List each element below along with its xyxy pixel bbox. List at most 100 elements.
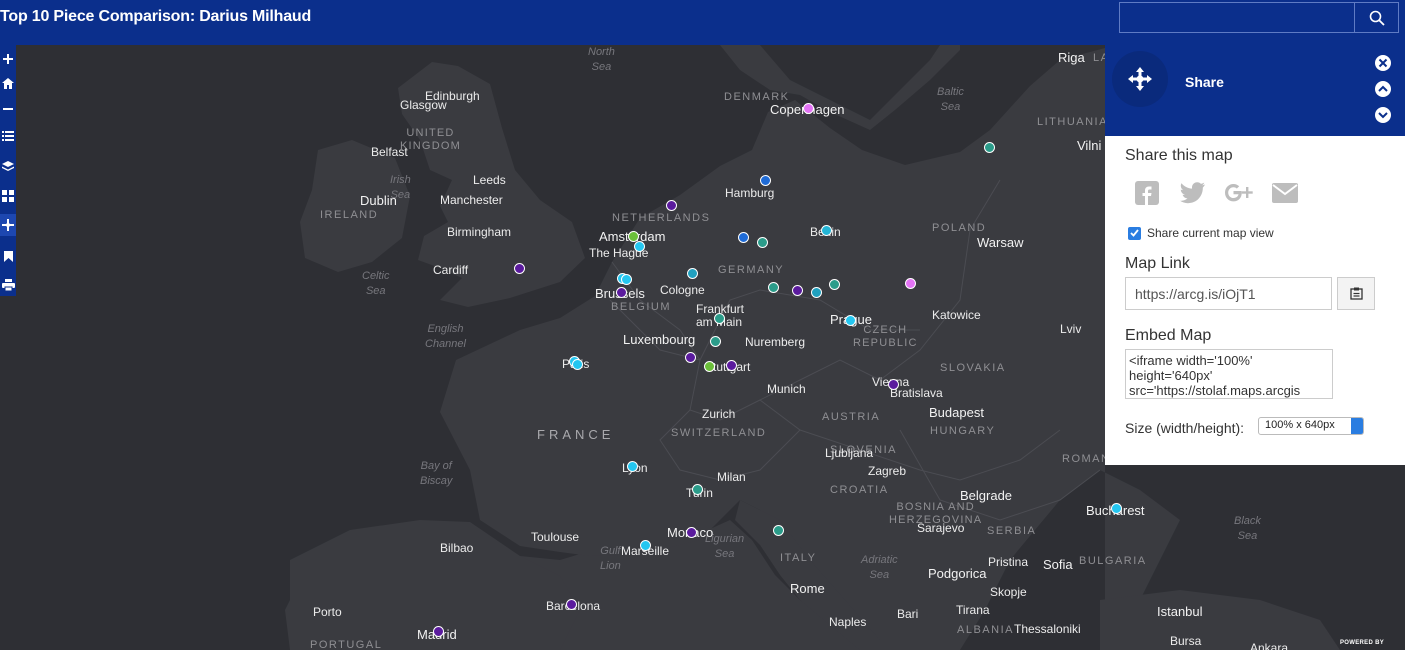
map-marker[interactable]	[726, 360, 737, 371]
map-marker[interactable]	[616, 287, 627, 298]
email-button[interactable]	[1271, 180, 1299, 206]
map-marker[interactable]	[514, 263, 525, 274]
city-label-birmingham: Birmingham	[447, 225, 512, 239]
country-label-hungary: HUNGARY	[930, 425, 996, 437]
sea-label-adriatic-sea: Adriatic Sea	[861, 554, 898, 581]
city-label-istanbul: Istanbul	[1157, 604, 1203, 619]
map-marker[interactable]	[845, 315, 856, 326]
google-plus-icon	[1225, 184, 1253, 202]
share-current-view-option[interactable]: Share current map view	[1128, 226, 1274, 240]
city-label-thessaloniki: Thessaloniki	[1014, 622, 1081, 636]
expand-button[interactable]	[1373, 105, 1393, 125]
map-marker[interactable]	[627, 461, 638, 472]
sea-label-gulf-lion: Gulf Lion	[600, 545, 621, 572]
map-marker[interactable]	[803, 103, 814, 114]
city-label-rome: Rome	[790, 581, 825, 596]
bookmarks-button[interactable]	[0, 245, 16, 267]
city-label-vilnius: Vilni	[1077, 138, 1102, 153]
print-icon	[1, 279, 15, 291]
search-button[interactable]	[1355, 2, 1399, 33]
city-label-pristina: Pristina	[988, 555, 1029, 569]
map-marker[interactable]	[757, 237, 768, 248]
layers-button[interactable]	[0, 155, 16, 177]
city-label-naples: Naples	[829, 615, 867, 629]
country-label-france: FRANCE	[537, 427, 615, 442]
map-marker[interactable]	[433, 626, 444, 637]
plus-icon	[3, 54, 13, 64]
twitter-icon	[1180, 182, 1205, 204]
facebook-icon	[1135, 181, 1159, 205]
share-icon	[2, 219, 14, 231]
map-marker[interactable]	[888, 379, 899, 390]
map-marker[interactable]	[692, 484, 703, 495]
basemap-button[interactable]	[0, 185, 16, 207]
share-tool-button[interactable]	[0, 214, 16, 236]
map-marker[interactable]	[572, 359, 583, 370]
chevron-up-icon	[1375, 81, 1391, 97]
print-button[interactable]	[0, 274, 16, 296]
map-marker[interactable]	[710, 336, 721, 347]
share-panel-header: Share	[1105, 45, 1405, 136]
city-label-tirana: Tirana	[956, 603, 990, 617]
map-marker[interactable]	[634, 241, 645, 252]
country-label-italy: ITALY	[780, 552, 817, 564]
country-label-portugal: PORTUGAL	[310, 639, 383, 650]
share-current-view-checkbox[interactable]	[1128, 226, 1141, 240]
email-icon	[1272, 183, 1298, 203]
legend-button[interactable]	[0, 125, 16, 147]
map-marker[interactable]	[821, 225, 832, 236]
map-marker[interactable]	[760, 175, 771, 186]
city-label-milan: Milan	[717, 470, 746, 484]
search-input[interactable]	[1119, 2, 1355, 33]
facebook-button[interactable]	[1133, 180, 1161, 206]
copy-link-button[interactable]	[1337, 277, 1375, 310]
share-panel-icon	[1112, 51, 1168, 107]
collapse-button[interactable]	[1373, 79, 1393, 99]
map-marker[interactable]	[773, 525, 784, 536]
map-marker[interactable]	[704, 361, 715, 372]
select-arrows-icon	[1351, 418, 1363, 434]
map-marker[interactable]	[714, 313, 725, 324]
close-button[interactable]	[1373, 53, 1393, 73]
app-title: Top 10 Piece Comparison: Darius Milhaud	[0, 8, 312, 25]
sea-label-black-sea: Black Sea	[1234, 515, 1261, 542]
map-marker[interactable]	[738, 232, 749, 243]
map-marker[interactable]	[640, 540, 651, 551]
size-select-value: 100% x 640px	[1265, 419, 1335, 431]
city-label-bursa: Bursa	[1170, 634, 1202, 648]
home-button[interactable]	[0, 72, 16, 94]
map-marker[interactable]	[687, 268, 698, 279]
map-marker[interactable]	[792, 285, 803, 296]
city-label-zagreb: Zagreb	[868, 464, 907, 478]
map-marker[interactable]	[666, 200, 677, 211]
map-marker[interactable]	[685, 352, 696, 363]
zoom-out-button[interactable]	[0, 98, 16, 120]
size-select[interactable]: 100% x 640px	[1258, 417, 1364, 435]
map-marker[interactable]	[811, 287, 822, 298]
map-marker[interactable]	[829, 279, 840, 290]
map-marker[interactable]	[984, 142, 995, 153]
sea-label-north-sea: North Sea	[588, 46, 615, 73]
zoom-in-button[interactable]	[0, 48, 16, 70]
share-panel-title: Share	[1185, 74, 1224, 90]
embed-code-textarea[interactable]: <iframe width='100%' height='640px' src=…	[1125, 349, 1333, 399]
city-label-dublin: Dublin	[360, 193, 397, 208]
map-marker[interactable]	[768, 282, 779, 293]
country-label-czech: CZECH REPUBLIC	[853, 324, 918, 349]
city-label-nuremberg: Nuremberg	[745, 335, 806, 349]
city-label-lviv: Lviv	[1060, 322, 1082, 336]
country-label-croatia: CROATIA	[830, 484, 889, 496]
city-label-bilbao: Bilbao	[440, 541, 474, 555]
twitter-button[interactable]	[1179, 180, 1207, 206]
city-label-bratislava: Bratislava	[890, 386, 943, 400]
map-marker[interactable]	[566, 599, 577, 610]
map-link-field[interactable]: https://arcg.is/iOjT1	[1125, 277, 1332, 310]
map-marker[interactable]	[686, 527, 697, 538]
map-marker[interactable]	[905, 278, 916, 289]
country-label-netherlands: NETHERLANDS	[612, 212, 711, 224]
google-plus-button[interactable]	[1225, 180, 1253, 206]
map-marker[interactable]	[621, 274, 632, 285]
embed-map-heading: Embed Map	[1125, 327, 1212, 344]
map-marker[interactable]	[1111, 503, 1122, 514]
city-label-manchester: Manchester	[440, 193, 503, 207]
